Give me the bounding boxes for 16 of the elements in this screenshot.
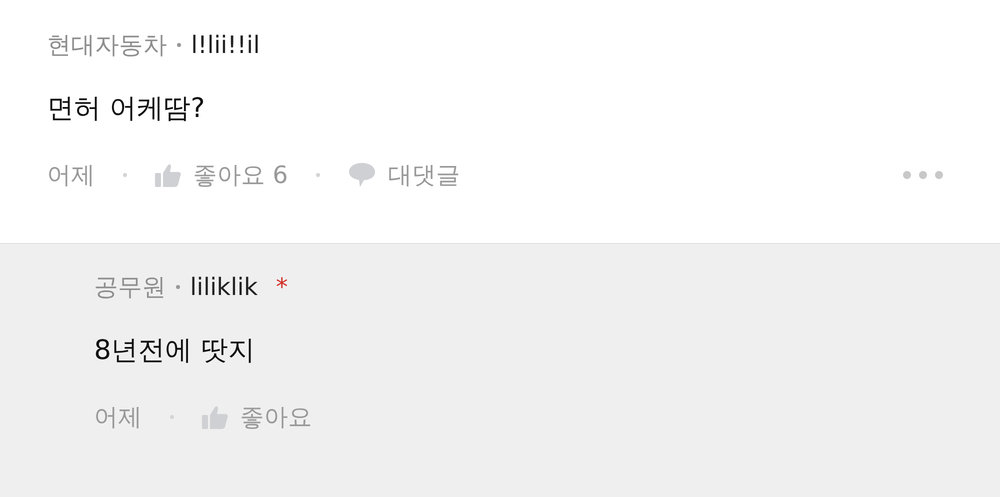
timestamp: 어제 [94,402,142,432]
comment-text: 면허 어케땀? [47,92,206,126]
like-button[interactable]: 좋아요 [202,402,312,432]
like-button[interactable]: 좋아요 6 [155,160,288,190]
nickname[interactable]: liliklik [190,272,258,302]
thumbs-up-icon [155,163,181,187]
reply-button[interactable]: 대댓글 [348,160,460,190]
timestamp: 어제 [47,160,95,190]
speech-bubble-icon [348,162,376,188]
flag-label: * [276,272,288,302]
more-icon[interactable] [903,171,943,179]
group-name: 현대자동차 [47,30,167,60]
nickname[interactable]: l!lii!!il [191,30,260,60]
comment-text: 8년전에 땃지 [94,334,256,368]
thumbs-up-icon [202,405,228,429]
group-name: 공무원 [94,272,166,302]
